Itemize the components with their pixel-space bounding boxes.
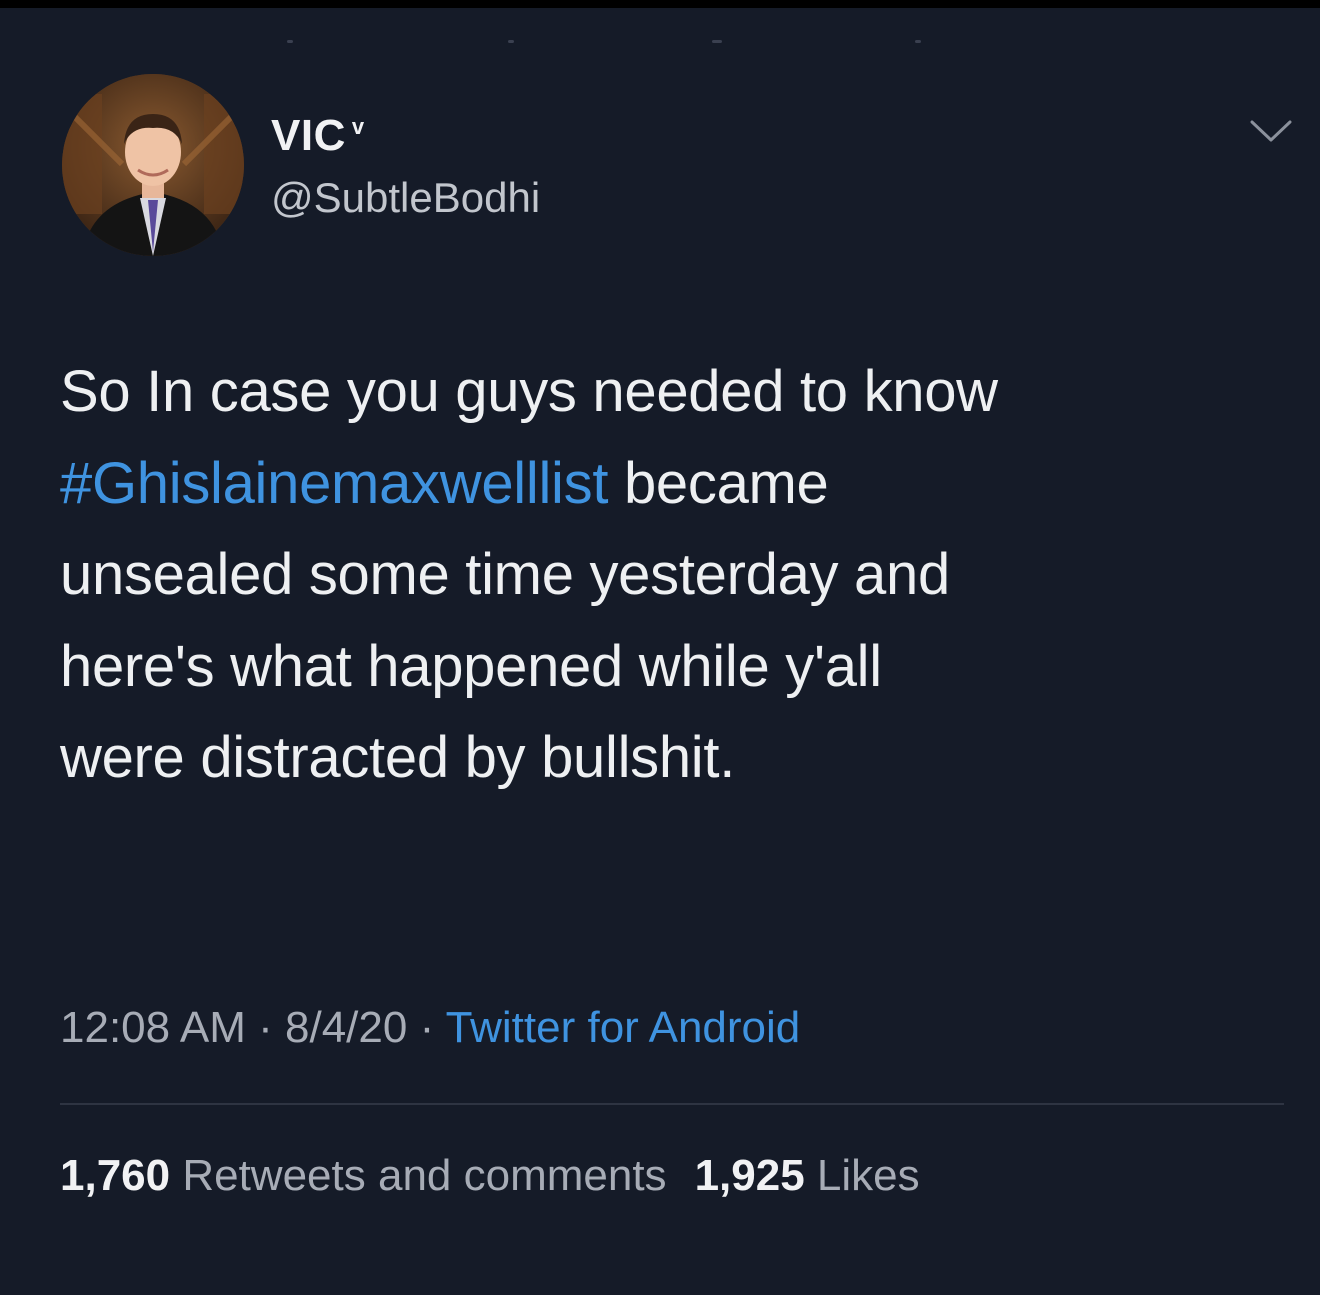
tweet-line: here's what happened while y'all <box>60 633 882 699</box>
display-name[interactable]: VIC <box>271 112 346 160</box>
retweets-stat[interactable]: 1,760 Retweets and comments <box>60 1151 667 1200</box>
divider <box>60 1103 1284 1105</box>
avatar[interactable] <box>62 74 244 256</box>
retweets-count: 1,760 <box>60 1151 171 1200</box>
tweet-stats: 1,760 Retweets and comments 1,925 Likes <box>60 1148 920 1204</box>
user-name-row[interactable]: VIC v <box>271 112 364 160</box>
meta-separator: · <box>407 1003 446 1052</box>
tweet-date[interactable]: 8/4/20 <box>285 1003 407 1052</box>
tweet-time[interactable]: 12:08 AM <box>60 1003 246 1052</box>
hashtag-link[interactable]: #Ghislainemaxwelllist <box>60 451 608 516</box>
tweet-screenshot: VIC v @SubtleBodhi So In case you guys n… <box>0 0 1320 1295</box>
tweet-meta: 12:08 AM · 8/4/20 · Twitter for Android <box>60 1000 800 1056</box>
top-edge <box>0 0 1320 8</box>
tweet-line: So In case you guys needed to know <box>60 359 998 424</box>
likes-count: 1,925 <box>694 1151 805 1200</box>
likes-stat[interactable]: 1,925 Likes <box>695 1151 920 1200</box>
retweets-label: Retweets and comments <box>170 1151 667 1200</box>
verified-mark: v <box>351 114 365 139</box>
tweet-line: were distracted by bullshit. <box>60 725 736 790</box>
tweet-text-fragment: became <box>608 450 829 516</box>
chevron-down-icon[interactable] <box>1248 116 1294 146</box>
user-handle[interactable]: @SubtleBodhi <box>271 174 540 222</box>
likes-label: Likes <box>804 1151 920 1200</box>
status-dots <box>0 40 1320 50</box>
tweet-source-link[interactable]: Twitter for Android <box>446 1003 801 1052</box>
meta-separator: · <box>245 1003 286 1052</box>
tweet-line: unsealed some time yesterday and <box>60 542 950 607</box>
tweet-line: #Ghislainemaxwelllist became <box>60 438 1280 530</box>
tweet-text: So In case you guys needed to know #Ghis… <box>60 346 1280 804</box>
